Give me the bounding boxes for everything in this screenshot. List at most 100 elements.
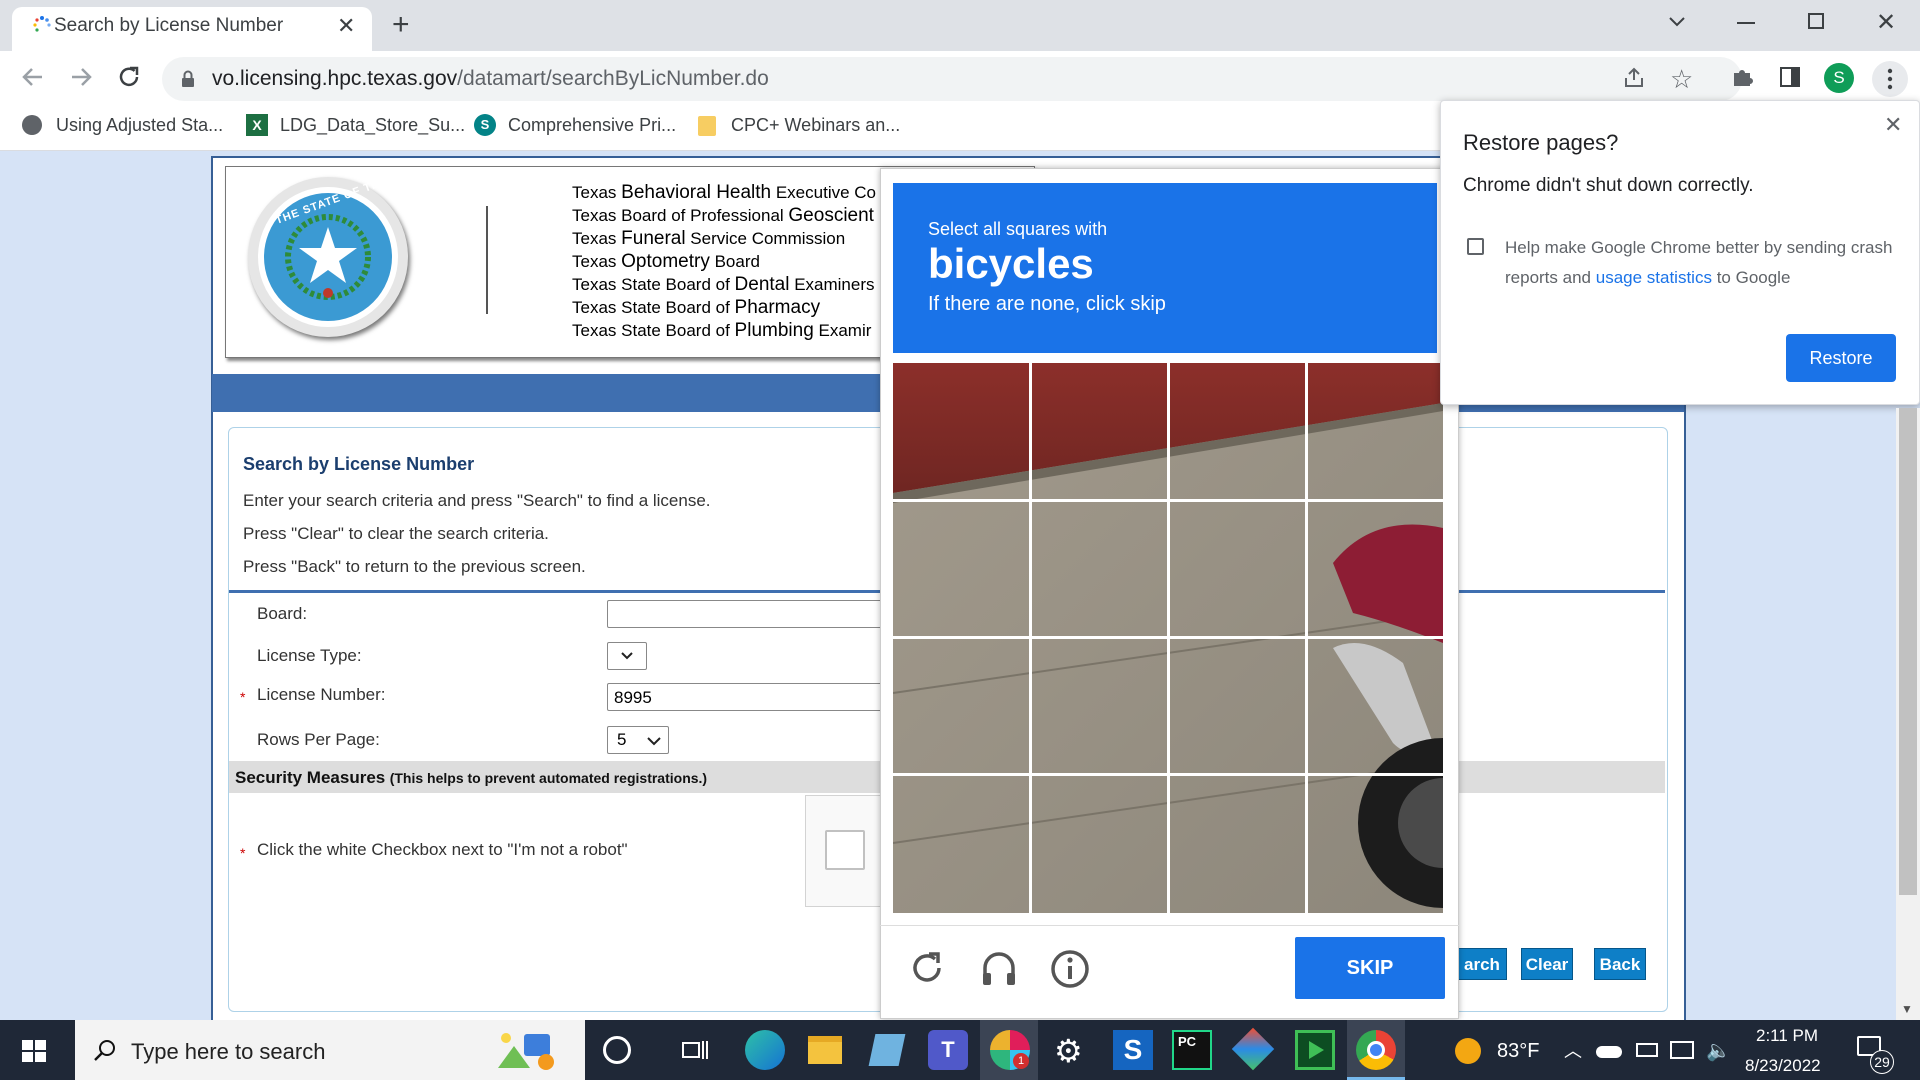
captcha-tile[interactable]	[1308, 639, 1443, 773]
clock-time[interactable]: 2:11 PM	[1756, 1026, 1818, 1046]
lock-icon[interactable]	[180, 70, 196, 88]
task-view-icon[interactable]	[681, 1037, 709, 1063]
restore-title: Restore pages?	[1463, 130, 1619, 155]
weather-temp[interactable]: 83°F	[1497, 1040, 1539, 1063]
captcha-hint: If there are none, click skip	[928, 293, 1166, 315]
info-icon[interactable]	[1049, 948, 1091, 990]
bookmark-star-icon[interactable]: ☆	[1670, 64, 1693, 95]
board-name: Texas State Board of Dental Examiners	[572, 274, 875, 295]
back-button[interactable]: Back	[1594, 948, 1646, 980]
edge-icon[interactable]	[745, 1030, 785, 1070]
reload-icon[interactable]	[116, 64, 142, 90]
settings-gear-icon[interactable]: ⚙	[1054, 1032, 1083, 1070]
chrome-icon[interactable]	[1356, 1030, 1396, 1070]
captcha-tile[interactable]	[893, 502, 1029, 636]
close-tab-icon[interactable]: ✕	[337, 13, 355, 39]
app-s-icon[interactable]: S	[1113, 1030, 1153, 1070]
recaptcha-checkbox[interactable]	[825, 830, 865, 870]
captcha-tile[interactable]	[1170, 639, 1305, 773]
side-panel-icon[interactable]	[1780, 67, 1800, 87]
required-mark: *	[240, 689, 246, 705]
rows-per-page-value: 5	[617, 730, 627, 749]
excel-icon: X	[246, 114, 268, 136]
tab-title: Search by License Number	[54, 15, 284, 36]
battery-icon[interactable]	[1636, 1043, 1658, 1057]
url-path: /datamart/searchByLicNumber.do	[457, 67, 769, 90]
skip-button[interactable]: SKIP	[1295, 937, 1445, 999]
player-icon[interactable]	[1295, 1030, 1335, 1070]
license-type-label: License Type:	[257, 646, 362, 665]
board-label: Board:	[257, 604, 308, 623]
captcha-tile[interactable]	[893, 363, 1029, 499]
instruction-text: Enter your search criteria and press "Se…	[243, 491, 711, 510]
bookmark-item[interactable]: Comprehensive Pri...	[508, 115, 676, 136]
file-explorer-icon[interactable]	[808, 1036, 842, 1064]
clock-date[interactable]: 8/23/2022	[1745, 1056, 1821, 1076]
board-field[interactable]	[607, 600, 882, 628]
back-arrow-icon[interactable]	[20, 64, 46, 90]
close-dialog-icon[interactable]: ✕	[1884, 112, 1902, 138]
volume-icon[interactable]: 🔈	[1706, 1038, 1731, 1063]
captcha-tile[interactable]	[1308, 776, 1443, 913]
restore-button[interactable]: Restore	[1786, 334, 1896, 382]
restore-message: Chrome didn't shut down correctly.	[1463, 175, 1754, 196]
forward-arrow-icon[interactable]	[68, 64, 94, 90]
captcha-tile[interactable]	[1170, 776, 1305, 913]
clear-button[interactable]: Clear	[1521, 948, 1573, 980]
notification-count: 29	[1870, 1050, 1894, 1074]
captcha-prompt: Select all squares with	[928, 219, 1108, 239]
onedrive-icon[interactable]	[1596, 1046, 1622, 1058]
license-number-label: License Number:	[257, 685, 386, 704]
search-button[interactable]: arch	[1457, 948, 1507, 980]
scrollbar-thumb[interactable]	[1899, 408, 1917, 895]
new-tab-icon[interactable]: +	[392, 8, 410, 42]
tab-search-icon[interactable]	[1668, 12, 1686, 30]
audio-challenge-icon[interactable]	[978, 948, 1020, 990]
captcha-tile[interactable]	[1032, 502, 1167, 636]
board-name: Texas State Board of Plumbing Examir	[572, 320, 872, 341]
extensions-icon[interactable]	[1730, 65, 1754, 89]
captcha-tile[interactable]	[1308, 363, 1443, 499]
network-icon[interactable]	[1670, 1041, 1694, 1059]
reload-challenge-icon[interactable]	[907, 948, 947, 988]
usage-statistics-link[interactable]: usage statistics	[1596, 268, 1712, 287]
minimize-icon[interactable]	[1737, 22, 1755, 24]
required-mark: *	[240, 845, 246, 861]
restore-window-icon[interactable]	[1808, 13, 1824, 29]
share-icon[interactable]	[1622, 66, 1646, 90]
tray-chevron-icon[interactable]: ︿	[1564, 1037, 1582, 1063]
captcha-tile[interactable]	[1032, 639, 1167, 773]
captcha-tile[interactable]	[1170, 363, 1305, 499]
weather-sun-icon[interactable]	[1455, 1038, 1481, 1064]
license-number-field[interactable]: 8995	[607, 683, 882, 711]
close-window-icon[interactable]: ✕	[1876, 8, 1896, 37]
pycharm-icon[interactable]: PC	[1172, 1030, 1212, 1070]
teams-icon[interactable]: T	[928, 1030, 968, 1070]
board-name: Texas Optometry Board	[572, 251, 760, 272]
board-name: Texas State Board of Pharmacy	[572, 297, 821, 318]
captcha-tile[interactable]	[1170, 502, 1305, 636]
url-host: vo.licensing.hpc.texas.gov	[212, 67, 458, 90]
license-type-select[interactable]	[607, 642, 647, 670]
checkbox-instruction: Click the white Checkbox next to "I'm no…	[257, 840, 628, 859]
loading-icon	[32, 15, 52, 35]
sharepoint-icon: S	[474, 114, 496, 136]
bookmark-item[interactable]: CPC+ Webinars an...	[731, 115, 900, 136]
search-highlight-icon	[490, 1028, 560, 1074]
bookmark-item[interactable]: LDG_Data_Store_Su...	[280, 115, 465, 136]
scroll-down-icon[interactable]: ▼	[1901, 1002, 1913, 1016]
captcha-tile[interactable]	[1308, 502, 1443, 636]
cortana-icon[interactable]	[603, 1036, 631, 1064]
captcha-tile[interactable]	[1032, 363, 1167, 499]
chevron-down-icon	[646, 734, 662, 748]
captcha-tile[interactable]	[893, 776, 1029, 913]
bookmark-item[interactable]: Using Adjusted Sta...	[56, 115, 223, 136]
chrome-menu-icon[interactable]	[1872, 61, 1908, 97]
usage-stats-checkbox[interactable]	[1467, 238, 1484, 255]
captcha-tile[interactable]	[893, 639, 1029, 773]
url-text[interactable]: vo.licensing.hpc.texas.gov/datamart/sear…	[212, 67, 769, 91]
windows-start-icon[interactable]	[22, 1040, 46, 1062]
profile-avatar[interactable]: S	[1824, 63, 1854, 93]
board-name: Texas Behavioral Health Executive Co	[572, 182, 877, 203]
captcha-tile[interactable]	[1032, 776, 1167, 913]
